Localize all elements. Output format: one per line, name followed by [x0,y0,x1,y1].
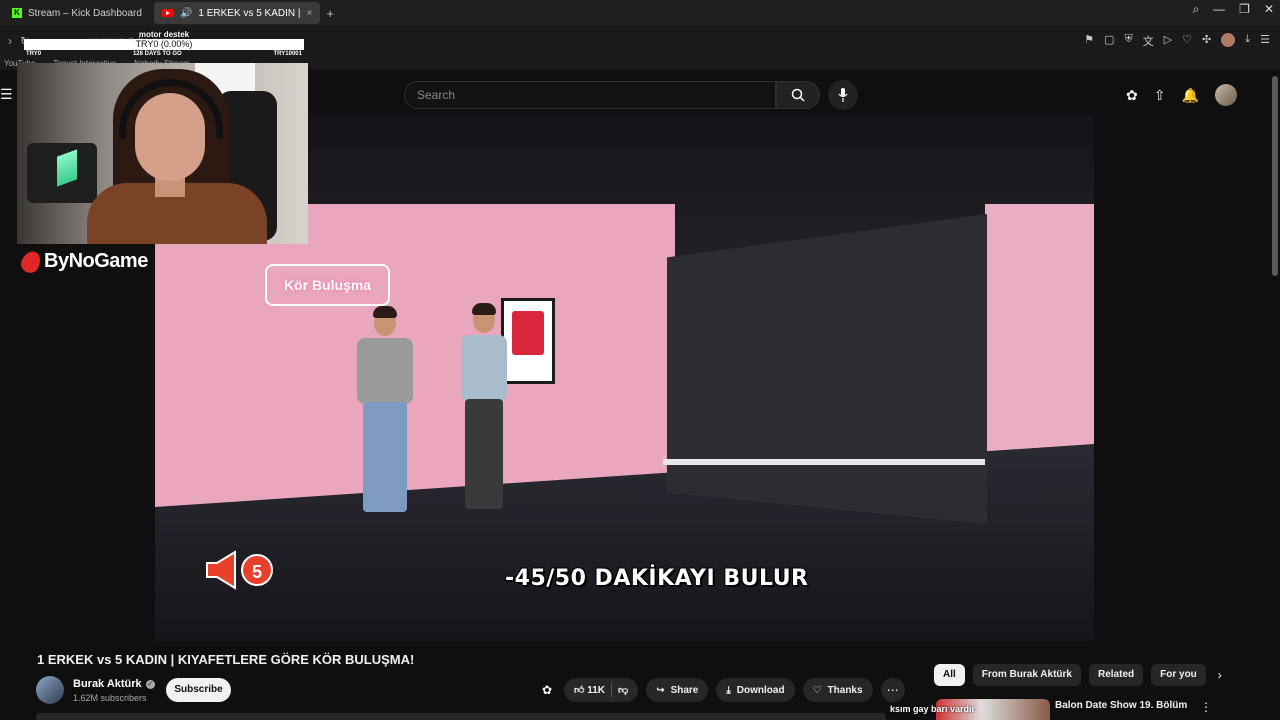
goal-days-left: 128 DAYS TO GO [132,51,182,57]
tab-youtube-video[interactable]: 🔊 1 ERKEK vs 5 KADIN | × [153,2,321,24]
volume-number: 5 [241,554,273,586]
chip-related[interactable]: Related [1089,664,1144,686]
video-subtitle: -45/50 DAKİKAYI BULUR [505,566,809,591]
share-icon: ↪ [656,684,665,696]
minimize-button[interactable]: — [1213,2,1225,17]
kick-logo-icon: K [12,8,22,18]
chip-from-channel[interactable]: From Burak Aktürk [972,664,1081,686]
channel-name[interactable]: Burak Aktürk ✓ [73,678,155,690]
search-button[interactable] [776,81,820,109]
video-scene-curtain [667,214,987,524]
video-title: 1 ERKEK vs 5 KADIN | KIYAFETLERE GÖRE KÖ… [37,652,415,667]
window-controls: ⌕ — ❐ ✕ [1192,2,1274,17]
tab-label: Stream – Kick Dashboard [28,7,142,19]
description-box[interactable] [36,713,886,720]
upload-icon[interactable]: ⇧ [1154,87,1166,104]
browser-tab-bar: K Stream – Kick Dashboard 🔊 1 ERKEK vs 5… [0,0,1280,26]
more-actions-button[interactable]: ⋯ [880,678,905,702]
goal-info-row: TRY0 128 DAYS TO GO TRY10001 [24,50,304,58]
bynogame-logo-icon [18,247,44,276]
close-window-button[interactable]: ✕ [1264,2,1274,17]
header-actions: ✿ ⇧ 🔔 [1126,84,1237,106]
search-input[interactable]: Search [404,81,776,109]
download-label: Download [736,684,785,696]
play-icon[interactable]: ▷ [1164,33,1172,49]
page-scrollbar[interactable] [1272,76,1278,276]
video-person [455,303,513,509]
account-avatar[interactable] [1214,84,1237,106]
volume-badge: 5 [205,550,273,590]
verified-check-icon: ✓ [145,680,155,689]
chat-snippet: ksım gay barı vardır [890,704,976,714]
goal-progress-bar: TRY0 (0.00%) [24,39,304,50]
extension-icons: ⚑ ▢ ⛨ 文 ▷ ♡ ✣ ⤓ ☰ [1084,33,1270,49]
heart-icon[interactable]: ♡ [1182,33,1192,49]
download-button[interactable]: ⤓ Download [716,678,795,702]
video-actions: ✿ 👍︎ 11K 👎︎ ↪ Share ⤓ Download ♡ Thanks … [538,678,905,702]
subscribe-button[interactable]: Subscribe [166,678,231,702]
close-tab-icon[interactable]: × [306,8,312,19]
chip-all[interactable]: All [934,664,965,686]
neon-sign: Kör Buluşma [265,264,390,306]
microphone-icon [838,88,848,102]
profile-avatar[interactable] [1221,33,1236,47]
recommendation-chips: All From Burak Aktürk Related For you › [934,664,1222,686]
tab-kick-dashboard[interactable]: K Stream – Kick Dashboard [4,2,150,24]
download-icon[interactable]: ⤓ [1245,33,1250,49]
voice-search-button[interactable] [828,80,858,110]
ai-sparkle-icon[interactable]: ✿ [538,678,556,702]
menu-icon[interactable]: ☰ [1260,33,1270,49]
goal-label: motor destek [138,30,190,39]
screenshot-icon[interactable]: ▢ [1104,33,1114,49]
shield-icon[interactable]: ⛨ [1124,33,1132,49]
notifications-bell-icon[interactable]: 🔔 [1181,87,1198,104]
puzzle-icon[interactable]: ✣ [1202,33,1211,49]
chip-for-you[interactable]: For you [1151,664,1206,686]
donation-goal-overlay: motor destek TRY0 (0.00%) TRY0 128 DAYS … [24,30,304,58]
like-button[interactable]: 👍︎ 11K [574,684,605,696]
search-icon [791,88,805,102]
video-scene-curtain-bar [663,459,985,465]
tab-label: 1 ERKEK vs 5 KADIN | [198,7,301,19]
restore-button[interactable]: ❐ [1239,2,1250,17]
new-tab-button[interactable]: + [326,6,334,21]
subscriber-count: 1.62M subscribers [73,693,147,703]
chevron-right-icon[interactable]: › [1218,668,1222,682]
channel-avatar[interactable] [36,676,64,704]
bookmark-icon[interactable]: ⚑ [1084,33,1094,49]
video-person [350,306,420,530]
youtube-logo-icon [161,9,174,17]
like-count: 11K [587,685,606,696]
streamer-webcam [17,63,308,244]
thanks-label: Thanks [827,684,863,696]
channel-name-text: Burak Aktürk [73,678,142,690]
share-label: Share [670,684,699,696]
goal-current: TRY0 [26,51,42,57]
search-tabs-icon[interactable]: ⌕ [1192,2,1199,17]
speaker-icon: 🔊 [179,7,193,19]
more-dots-icon: ⋯ [886,683,899,697]
goal-target: TRY10001 [273,51,302,57]
sponsor-logo: ByNoGame [18,247,148,276]
create-icon[interactable]: ✿ [1126,87,1138,104]
more-vert-icon[interactable]: ⋮ [1200,700,1212,714]
dislike-button[interactable]: 👎︎ [618,684,628,696]
recommended-title[interactable]: Balon Date Show 19. Bölüm [1055,700,1187,711]
thanks-heart-icon: ♡ [812,684,822,696]
sponsor-name: ByNoGame [44,250,148,272]
screen: K Stream – Kick Dashboard 🔊 1 ERKEK vs 5… [0,0,1280,720]
like-dislike-group: 👍︎ 11K 👎︎ [564,678,639,702]
forward-icon[interactable]: › [8,34,12,48]
download-icon: ⤓ [726,684,731,696]
thanks-button[interactable]: ♡ Thanks [802,678,873,702]
translate-icon[interactable]: 文 [1143,33,1154,49]
share-button[interactable]: ↪ Share [646,678,709,702]
hamburger-menu-icon[interactable]: ☰ [0,86,13,103]
